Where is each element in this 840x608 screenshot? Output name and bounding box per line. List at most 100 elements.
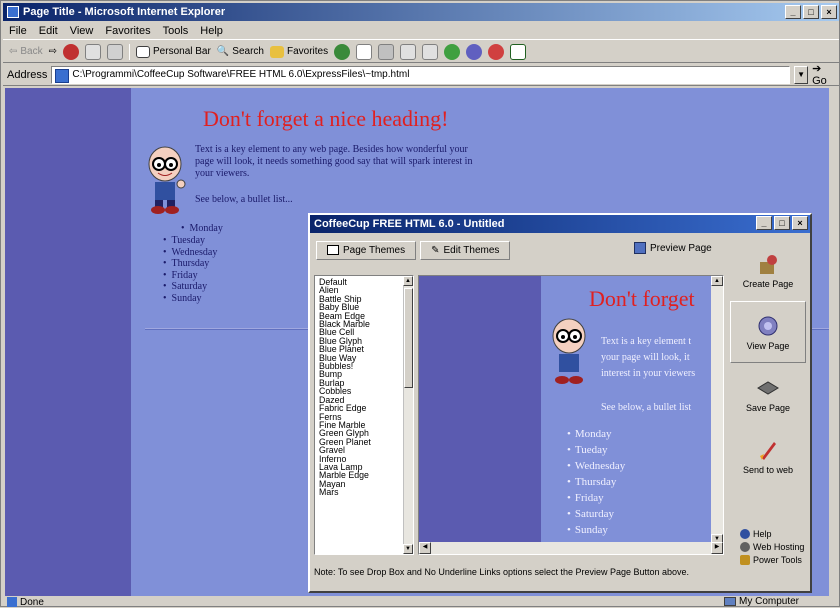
- preview-left-band: [419, 276, 541, 554]
- page-text-line: your viewers.: [195, 168, 250, 179]
- menu-view[interactable]: View: [70, 25, 94, 37]
- view-page-icon: [758, 316, 778, 335]
- print-icon[interactable]: [378, 43, 395, 60]
- menu-tools[interactable]: Tools: [163, 25, 189, 37]
- home-icon[interactable]: [107, 43, 124, 60]
- page-list-nested: Monday: [181, 223, 223, 235]
- page-themes-icon: [327, 245, 339, 255]
- dialog-minimize-button[interactable]: _: [756, 216, 772, 230]
- page-list: Tuesday Wednesday Thursday Friday Saturd…: [163, 235, 218, 305]
- preview-text-line: your page will look, it: [601, 352, 690, 363]
- scroll-up-icon[interactable]: ▲: [403, 276, 413, 286]
- preview-see-below: See below, a bullet list: [601, 402, 692, 413]
- preview-mascot-image: [552, 318, 586, 384]
- menu-help[interactable]: Help: [200, 25, 223, 37]
- preview-list-item: Saturday: [567, 506, 625, 522]
- forward-button[interactable]: ⇨: [49, 46, 57, 57]
- preview-pane: Don't forget Text is a key element t you…: [418, 275, 724, 555]
- discuss-icon[interactable]: [422, 43, 439, 60]
- theme-list-scrollbar[interactable]: ▲ ▼: [403, 276, 413, 554]
- side-links: Help Web Hosting Power Tools: [740, 529, 804, 565]
- list-item: Saturday: [163, 281, 217, 293]
- list-item: Monday: [181, 223, 223, 235]
- pencil-icon: ✎: [431, 244, 440, 256]
- page-heading: Don't forget a nice heading!: [203, 106, 449, 131]
- web-hosting-icon: [740, 542, 750, 552]
- menu-edit[interactable]: Edit: [39, 25, 58, 37]
- personal-bar-icon: [136, 45, 151, 58]
- window-title: Page Title - Microsoft Internet Explorer: [23, 6, 226, 18]
- dialog-title: CoffeeCup FREE HTML 6.0 - Untitled: [314, 218, 505, 230]
- scroll-down-icon[interactable]: ▼: [403, 544, 413, 554]
- related-icon[interactable]: [466, 43, 483, 60]
- address-input[interactable]: C:\Programmi\CoffeeCup Software\FREE HTM…: [51, 65, 791, 84]
- go-arrow-icon: ➔: [812, 63, 822, 75]
- favorites-button[interactable]: Favorites: [269, 45, 328, 58]
- tab-edit-themes[interactable]: ✎ Edit Themes: [420, 240, 511, 260]
- create-page-button[interactable]: Create Page: [730, 239, 806, 301]
- dialog-note: Note: To see Drop Box and No Underline L…: [314, 567, 690, 577]
- power-tools-link[interactable]: Power Tools: [740, 555, 804, 565]
- dialog-maximize-button[interactable]: □: [774, 216, 790, 230]
- history-icon[interactable]: [334, 43, 351, 60]
- page-see-below: See below, a bullet list...: [195, 194, 293, 205]
- stop-icon[interactable]: [63, 43, 80, 60]
- preview-page-button[interactable]: Preview Page: [634, 242, 712, 254]
- forward-arrow-icon: ⇨: [48, 46, 58, 57]
- coffeecup-dialog: CoffeeCup FREE HTML 6.0 - Untitled _ □ ×…: [308, 213, 812, 593]
- close-button[interactable]: ×: [821, 5, 837, 19]
- preview-scroll-left-icon[interactable]: ◀: [419, 542, 431, 554]
- theme-list[interactable]: Default Alien Battle Ship Baby Blue Beam Edg…: [314, 275, 414, 555]
- view-page-button[interactable]: View Page: [730, 301, 806, 363]
- mascot-image: [148, 146, 186, 214]
- people-icon[interactable]: [488, 43, 505, 60]
- web-hosting-link[interactable]: Web Hosting: [740, 542, 804, 552]
- menu-file[interactable]: File: [9, 25, 27, 37]
- minimize-button[interactable]: _: [785, 5, 801, 19]
- refresh-icon[interactable]: [85, 43, 102, 60]
- help-link[interactable]: Help: [740, 529, 804, 539]
- list-item: Sunday: [163, 293, 217, 305]
- ie-window: Page Title - Microsoft Internet Explorer…: [0, 0, 840, 608]
- dialog-close-button[interactable]: ×: [792, 216, 808, 230]
- ie-titlebar: Page Title - Microsoft Internet Explorer…: [3, 3, 839, 21]
- rocket-icon: [760, 441, 776, 460]
- address-dropdown[interactable]: ▼: [794, 65, 809, 84]
- window-icon[interactable]: [510, 43, 527, 60]
- save-page-button[interactable]: Save Page: [730, 363, 806, 425]
- theme-list-item[interactable]: Mars: [319, 488, 413, 497]
- back-button[interactable]: ⇦ Back: [9, 46, 43, 57]
- ie-app-icon: [7, 6, 19, 18]
- search-button[interactable]: 🔍 Search: [217, 46, 264, 57]
- maximize-button[interactable]: □: [803, 5, 819, 19]
- toolbar: ⇦ Back ⇨ Personal Bar 🔍 Search Favorites: [3, 41, 839, 63]
- preview-list: Monday Tueday Wednesday Thursday Friday …: [567, 426, 625, 538]
- back-arrow-icon: ⇦: [9, 46, 18, 57]
- preview-hscrollbar[interactable]: ◀ ▶: [419, 542, 723, 554]
- scroll-thumb[interactable]: [404, 288, 413, 388]
- list-item: Thursday: [163, 258, 217, 270]
- personal-bar-button[interactable]: Personal Bar: [136, 45, 211, 58]
- zone-indicator: My Computer: [723, 596, 799, 607]
- messenger-icon[interactable]: [444, 43, 461, 60]
- preview-icon: [634, 242, 646, 254]
- send-to-web-button[interactable]: Send to web: [730, 425, 806, 487]
- page-scrollbar[interactable]: [829, 88, 837, 596]
- create-page-icon: [760, 254, 777, 274]
- go-button[interactable]: ➔ Go: [812, 62, 839, 87]
- side-tool-panel: Create Page View Page Save Page Send to …: [730, 239, 806, 525]
- preview-list-item: Wednesday: [567, 458, 625, 474]
- edit-icon[interactable]: [400, 43, 417, 60]
- menubar: File Edit View Favorites Tools Help: [3, 22, 839, 40]
- preview-list-item: Monday: [567, 426, 625, 442]
- preview-heading: Don't forget: [589, 286, 695, 311]
- preview-vscrollbar[interactable]: ▲ ▼: [711, 276, 723, 544]
- save-page-icon: [757, 380, 779, 395]
- list-item: Tuesday: [163, 235, 217, 247]
- tab-page-themes[interactable]: Page Themes: [316, 240, 417, 260]
- preview-scroll-right-icon[interactable]: ▶: [711, 542, 723, 554]
- mail-icon[interactable]: [356, 43, 373, 60]
- menu-favorites[interactable]: Favorites: [105, 25, 150, 37]
- preview-scroll-up-icon[interactable]: ▲: [711, 276, 723, 286]
- list-item: Friday: [163, 270, 217, 282]
